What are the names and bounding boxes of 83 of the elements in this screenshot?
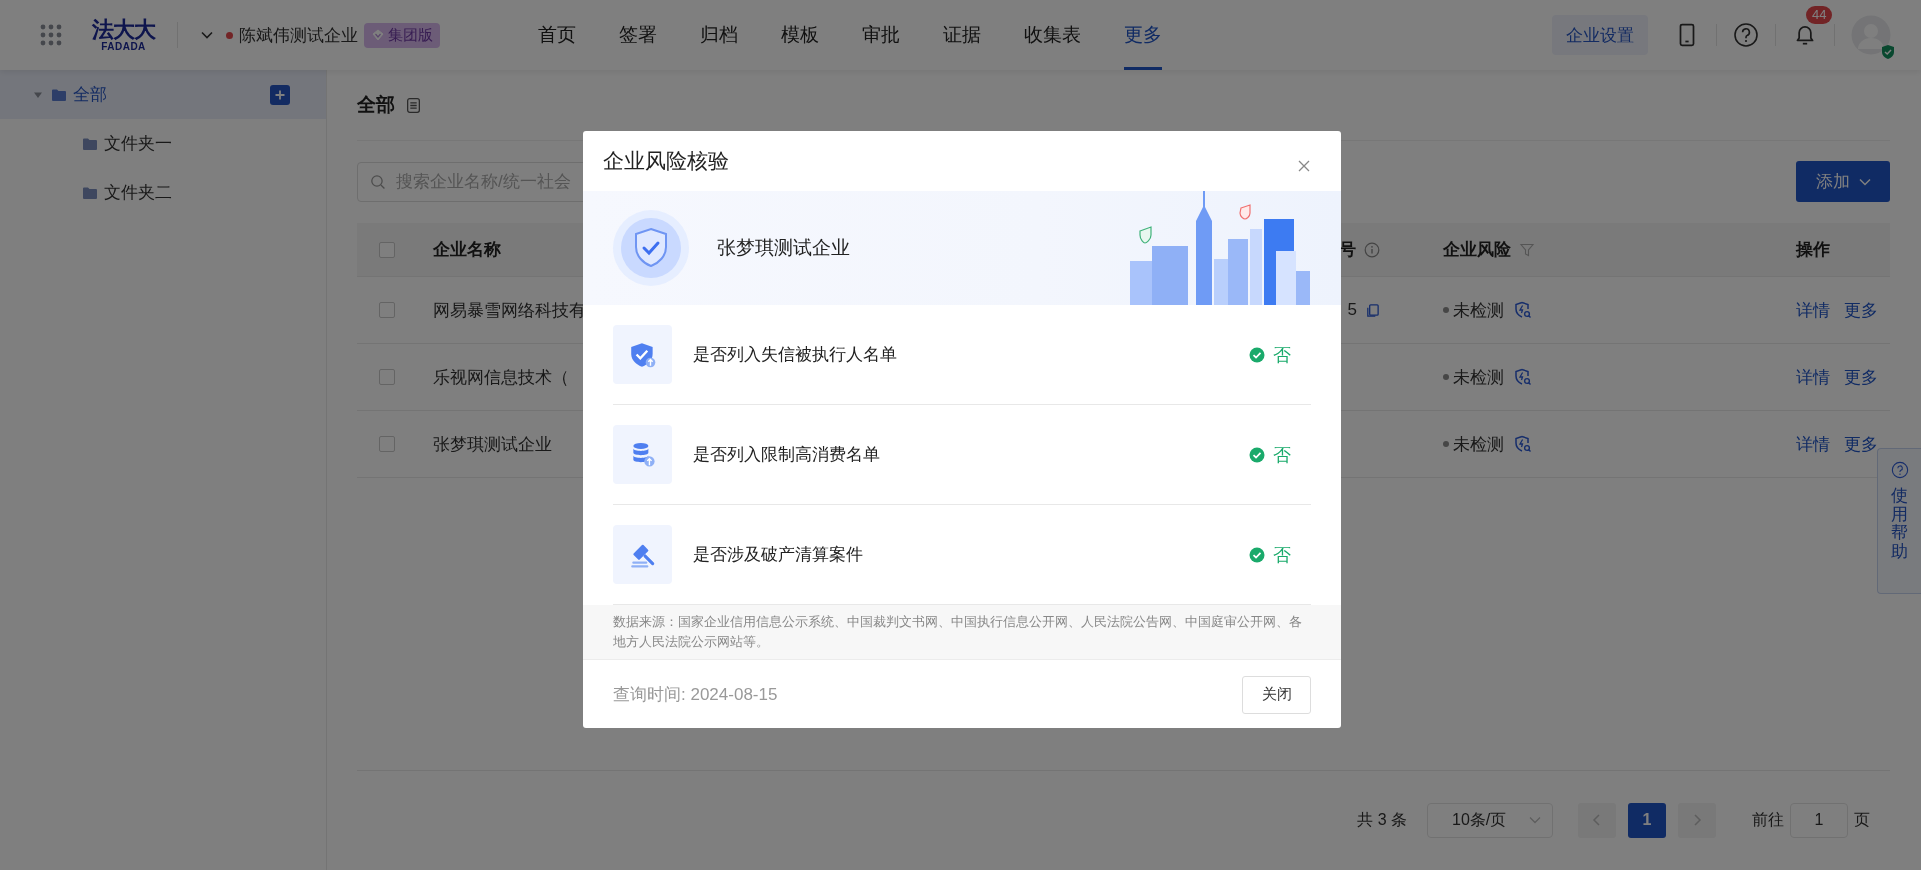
folder-icon (82, 136, 98, 151)
data-source-note: 数据来源：国家企业信用信息公示系统、中国裁判文书网、中国执行信息公开网、人民法院公告网、中国庭审公开网、各地方人民法院公示网站等。 (613, 614, 1302, 649)
add-dropdown-button[interactable]: 添加 (1796, 161, 1890, 202)
check-item-label: 是否涉及破产清算案件 (693, 544, 863, 566)
help-icon (1890, 461, 1909, 479)
check-item-label: 是否列入失信被执行人名单 (693, 344, 897, 366)
company-name-cell-text: 网易暴雪网络科技有 (433, 299, 586, 322)
page-suffix: 页 (1854, 809, 1870, 830)
nav-tab[interactable]: 审批 (862, 0, 900, 70)
nav-tab[interactable]: 模板 (781, 0, 819, 70)
avatar[interactable] (1851, 15, 1891, 55)
row-action-link[interactable]: 更多 (1844, 298, 1878, 322)
notification-badge: 44 (1806, 6, 1833, 24)
nav-tab[interactable]: 收集表 (1024, 0, 1081, 70)
nav-tab[interactable]: 更多 (1124, 0, 1162, 70)
page-number-button[interactable]: 1 (1628, 802, 1666, 838)
copy-icon[interactable] (1365, 302, 1380, 318)
help-tab[interactable]: 使用帮助 (1877, 448, 1921, 594)
row-action-link[interactable]: 详情 (1796, 298, 1830, 322)
shield-search-icon[interactable] (1514, 368, 1532, 386)
shield-check-icon (613, 210, 689, 286)
page-title: 全部 (357, 93, 395, 117)
company-name: 张梦琪测试企业 (717, 236, 850, 260)
logo-text: 法大大 (92, 18, 155, 41)
status-dot (1443, 307, 1449, 313)
company-name-cell-text: 乐视网信息技术（ (433, 366, 569, 389)
nav-tab[interactable]: 证据 (943, 0, 981, 70)
column-header: 企业风险 (1443, 239, 1511, 261)
help-label: 使用帮助 (1891, 487, 1908, 562)
enterprise-settings-button[interactable]: 企业设置 (1552, 15, 1648, 55)
nav-tab[interactable]: 签署 (619, 0, 657, 70)
folder-tree-item[interactable]: 全部 (0, 70, 326, 119)
folder-tree-item[interactable]: 文件夹二 (0, 168, 326, 217)
check-item-label: 是否列入限制高消费名单 (693, 444, 880, 466)
close-icon[interactable] (1297, 159, 1311, 173)
verified-shield-icon (1880, 44, 1896, 60)
shield-search-icon[interactable] (1514, 435, 1532, 453)
row-action-link[interactable]: 详情 (1796, 365, 1830, 389)
apps-grid-icon[interactable] (40, 24, 62, 46)
page-size-select[interactable]: 10条/页 (1427, 802, 1553, 838)
row-checkbox[interactable] (379, 302, 395, 318)
query-time: 查询时间: 2024-08-15 (613, 684, 778, 706)
folder-tree-item[interactable]: 文件夹一 (0, 119, 326, 168)
nav-tab[interactable]: 归档 (700, 0, 738, 70)
company-name-cell-text: 张梦琪测试企业 (433, 433, 552, 456)
goto-page-field[interactable]: 1 (1790, 802, 1848, 838)
company-name[interactable]: 陈斌伟测试企业 (239, 23, 358, 47)
check-result: 否 (1273, 343, 1291, 367)
diamond-icon (371, 28, 385, 42)
row-checkbox[interactable] (379, 436, 395, 452)
status-dot (1443, 374, 1449, 380)
search-icon (370, 173, 386, 190)
status-dot (226, 31, 233, 39)
risk-status: 未检测 (1453, 299, 1504, 322)
plus-icon (274, 88, 286, 101)
check-result: 否 (1273, 543, 1291, 567)
select-all-checkbox[interactable] (379, 241, 395, 258)
folder-icon (82, 185, 98, 200)
column-header: 号 (1339, 239, 1356, 261)
total-count: 共 3 条 (1357, 809, 1407, 830)
code-cell: 5 (1347, 300, 1357, 320)
row-checkbox[interactable] (379, 369, 395, 385)
info-icon[interactable] (1364, 241, 1380, 258)
risk-status: 未检测 (1453, 366, 1504, 389)
add-folder-button[interactable] (270, 84, 290, 105)
document-icon[interactable] (405, 96, 422, 114)
logo-subtext: FADADA (101, 41, 146, 52)
goto-label: 前往 (1752, 809, 1784, 830)
shield-search-icon[interactable] (1514, 301, 1532, 319)
help-icon[interactable] (1733, 22, 1759, 48)
check-result: 否 (1273, 443, 1291, 467)
nav-tab[interactable]: 首页 (538, 0, 576, 70)
column-header: 操作 (1796, 239, 1830, 261)
status-dot (1443, 441, 1449, 447)
row-action-link[interactable]: 详情 (1796, 432, 1830, 456)
close-button[interactable]: 关闭 (1242, 675, 1311, 714)
folder-icon (51, 87, 67, 102)
row-action-link[interactable]: 更多 (1844, 365, 1878, 389)
row-action-link[interactable]: 更多 (1844, 432, 1878, 456)
filter-icon[interactable] (1519, 241, 1535, 258)
edition-label: 集团版 (388, 25, 433, 45)
risk-status: 未检测 (1453, 433, 1504, 456)
column-header: 企业名称 (433, 239, 501, 261)
